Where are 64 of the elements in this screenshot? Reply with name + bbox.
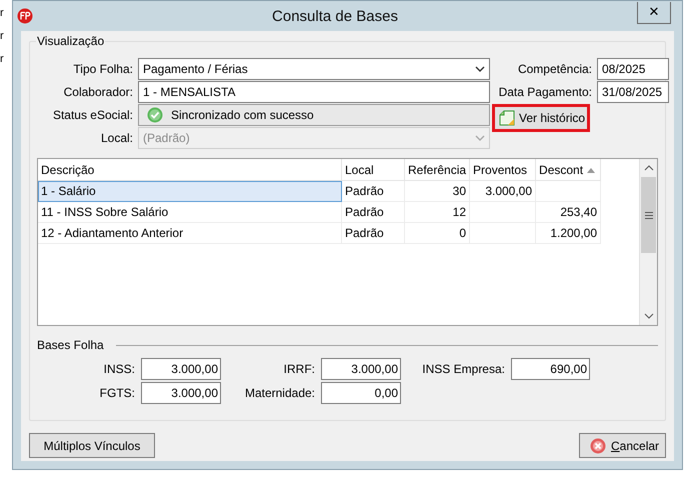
table-cell: 1.200,00 bbox=[536, 222, 601, 244]
dropdown-value: (Padrão) bbox=[143, 131, 190, 145]
table-cell: 12 - Adiantamento Anterior bbox=[38, 222, 342, 244]
app-logo-icon bbox=[17, 8, 33, 24]
field-label: IRRF: bbox=[282, 362, 315, 376]
background-text: r bbox=[0, 52, 5, 67]
table-cell: 30 bbox=[404, 180, 470, 202]
text-field[interactable]: 31/08/2025 bbox=[597, 81, 669, 103]
table-cell: 12 bbox=[404, 202, 470, 222]
scroll-down-icon bbox=[644, 313, 654, 319]
grip-icon bbox=[644, 212, 652, 218]
text-field[interactable]: 08/2025 bbox=[597, 58, 669, 80]
field-value: 690,00 bbox=[550, 362, 587, 376]
field-label: Maternidade: bbox=[244, 386, 315, 400]
table-cell: 0 bbox=[404, 222, 470, 244]
table-cell: Padrão bbox=[342, 180, 404, 202]
background-text: r bbox=[0, 6, 5, 21]
field-value: 1 - MENSALISTA bbox=[143, 85, 236, 99]
status-text: Sincronizado com sucesso bbox=[171, 108, 314, 122]
field-value: 0,00 bbox=[374, 386, 398, 400]
field-label: INSS Empresa: bbox=[421, 362, 505, 376]
scroll-up-icon bbox=[644, 165, 654, 171]
action-button[interactable]: Múltiplos Vínculos bbox=[29, 433, 155, 458]
column-header[interactable]: Local bbox=[342, 159, 404, 180]
field-label: Local: bbox=[100, 131, 133, 145]
cancel-icon bbox=[590, 438, 606, 454]
close-button[interactable]: ✕ bbox=[637, 2, 671, 24]
table-cell: 3.000,00 bbox=[470, 180, 536, 202]
column-header[interactable]: Referência bbox=[404, 159, 470, 180]
dropdown-value: Pagamento / Férias bbox=[143, 62, 248, 76]
chevron-down-icon bbox=[475, 135, 485, 141]
column-header[interactable]: Descont bbox=[536, 159, 601, 180]
section-title: Bases Folha bbox=[37, 338, 104, 352]
field-value: 3.000,00 bbox=[171, 362, 218, 376]
document-icon bbox=[499, 110, 515, 126]
field-value: 3.000,00 bbox=[171, 386, 218, 400]
field-label: FGTS: bbox=[98, 386, 135, 400]
table-cell: 1 - Salário bbox=[38, 180, 342, 202]
section-title: Visualização bbox=[36, 34, 106, 48]
cancel-button[interactable]: Cancelar bbox=[579, 433, 666, 458]
window-title: Consulta de Bases bbox=[271, 8, 399, 24]
text-field[interactable]: 1 - MENSALISTA bbox=[138, 81, 490, 103]
scroll-thumb[interactable] bbox=[641, 177, 656, 253]
table-cell: 11 - INSS Sobre Salário bbox=[38, 202, 342, 222]
field-value: 08/2025 bbox=[602, 62, 646, 76]
table-cell: Padrão bbox=[342, 222, 404, 244]
column-header[interactable]: Proventos bbox=[470, 159, 536, 180]
field-value: 3.000,00 bbox=[351, 362, 398, 376]
table-cell: 253,40 bbox=[536, 202, 601, 222]
field-label: Data Pagamento: bbox=[498, 85, 592, 99]
table-cell: Padrão bbox=[342, 202, 404, 222]
dropdown[interactable]: Pagamento / Férias bbox=[138, 58, 490, 80]
background-text: r bbox=[0, 29, 5, 44]
field-label: INSS: bbox=[102, 362, 135, 376]
vertical-scrollbar[interactable] bbox=[639, 159, 657, 325]
chevron-down-icon bbox=[475, 66, 485, 72]
history-button[interactable]: Ver histórico bbox=[492, 104, 590, 132]
field-label: Tipo Folha: bbox=[72, 62, 133, 76]
field-label: Competência: bbox=[516, 62, 592, 76]
check-circle-icon bbox=[147, 107, 163, 123]
field-value: 31/08/2025 bbox=[602, 85, 662, 99]
field-label: Status eSocial: bbox=[52, 108, 133, 122]
sort-up-icon bbox=[587, 168, 596, 173]
field-label: Colaborador: bbox=[62, 85, 133, 99]
